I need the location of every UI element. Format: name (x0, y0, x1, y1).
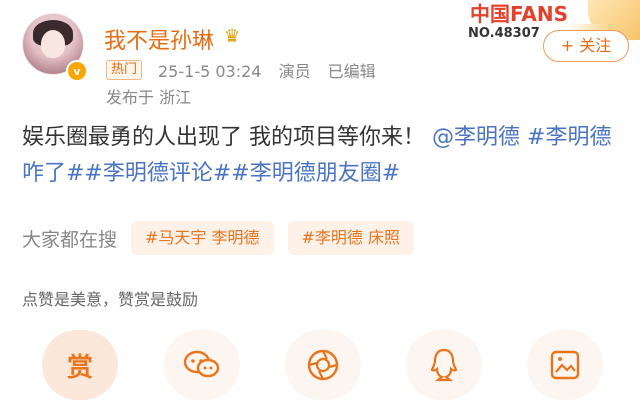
post-text: 娱乐圈最勇的人出现了 我的项目等你来！ (22, 125, 425, 150)
trending-search-row: 大家都在搜 #马天宇 李明德 #李明德 床照 (22, 218, 428, 258)
author-role: 演员 (278, 62, 311, 81)
post-header: v 我不是孙琳 ♛ 热门 25-1-5 03:24 演员 已编辑 发布于 浙江 … (0, 0, 640, 120)
wechat-share-button[interactable] (164, 330, 240, 400)
search-chip[interactable]: #马天宇 李明德 (131, 221, 274, 255)
hot-tag: 热门 (106, 60, 143, 80)
post-meta: 25-1-5 03:24 演员 已编辑 (158, 58, 388, 82)
post-location: 发布于 浙江 (106, 88, 192, 107)
reward-button[interactable]: 赏 (42, 330, 118, 400)
avatar-face (41, 30, 65, 58)
follow-button[interactable]: + 关注 (543, 30, 629, 62)
verified-badge-icon: v (66, 60, 88, 82)
author-name[interactable]: 我不是孙琳 (104, 23, 214, 55)
fans-logo: 中国FANS (470, 2, 568, 26)
search-chip[interactable]: #李明德 床照 (287, 221, 415, 255)
edited-label: 已编辑 (327, 62, 376, 81)
qq-icon (430, 348, 458, 382)
qq-share-button[interactable] (406, 330, 482, 400)
post-date: 25-1-5 03:24 (158, 62, 262, 81)
moments-icon (307, 349, 339, 381)
moments-share-button[interactable] (285, 330, 361, 400)
reward-tip: 点赞是美意，赞赏是鼓励 (22, 290, 199, 309)
image-share-button[interactable] (527, 330, 603, 400)
trending-search-label: 大家都在搜 (22, 228, 118, 251)
reward-label: 赏 (66, 352, 93, 383)
crown-icon: ♛ (224, 26, 241, 47)
wechat-icon (183, 350, 220, 378)
mention-link[interactable]: @李明德 (432, 125, 520, 150)
image-share-icon (550, 350, 580, 380)
post-content: 娱乐圈最勇的人出现了 我的项目等你来！ @李明德 #李明德咋了##李明德评论##… (22, 120, 622, 192)
share-actions: 赏 (42, 330, 603, 404)
